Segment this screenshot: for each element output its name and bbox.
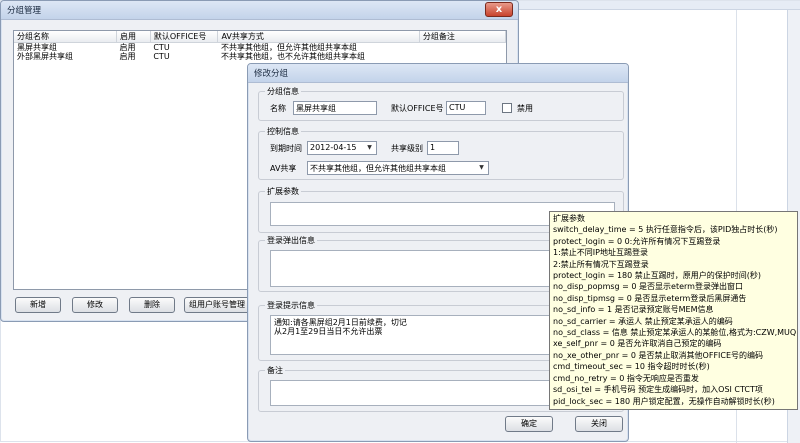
cell-office: CTU: [153, 43, 170, 52]
tooltip-line: 1:禁止不同IP地址互踢登录: [553, 248, 648, 258]
cell-group-name: 外部黑屏共享组: [17, 52, 73, 61]
share-level-label: 共享级别: [391, 144, 423, 153]
expiry-label: 到期时间: [270, 144, 302, 153]
group-manager-titlebar: 分组管理: [1, 1, 518, 20]
av-share-value: 不共享其他组，但允许其他组共享本组: [310, 164, 446, 173]
group-list-header-row: 分组名称 启用 默认OFFICE号 AV共享方式 分组备注: [14, 31, 506, 43]
login-prompt-title: 登录提示信息: [265, 300, 317, 311]
cell-av-share: 不共享其他组，也不允许其他组共享本组: [220, 52, 365, 61]
delete-button[interactable]: 删除: [129, 297, 175, 313]
name-input[interactable]: 黑屏共享组: [293, 101, 377, 115]
column-header-enabled[interactable]: 启用: [116, 31, 151, 43]
remarks-title: 备注: [265, 365, 285, 376]
account-manage-button[interactable]: 组用户账号管理: [184, 297, 250, 313]
tooltip-line: cmd_no_retry = 0 指令无响应是否重发: [553, 373, 699, 383]
close-button[interactable]: 关闭: [575, 416, 623, 432]
edit-button[interactable]: 修改: [72, 297, 118, 313]
tooltip-line: no_disp_popmsg = 0 是否显示eterm登录弹出窗口: [553, 282, 743, 292]
av-share-select[interactable]: 不共享其他组，但允许其他组共享本组 ▼: [307, 161, 489, 175]
cell-enabled: 启用: [119, 52, 136, 61]
edit-group-titlebar: 修改分组: [248, 64, 628, 83]
ext-params-tooltip: 扩展参数 switch_delay_time = 5 执行任意指令后，该PID独…: [549, 211, 798, 410]
add-button[interactable]: 新增: [15, 297, 61, 313]
tooltip-line: pid_lock_sec = 180 用户锁定配置，无操作自动解锁时长(秒): [553, 396, 775, 406]
table-row[interactable]: 黑屏共享组 启用 CTU 不共享其他组，但允许其他组共享本组: [14, 43, 506, 53]
tooltip-line: no_sd_class = 信息 禁止预定某承运人的某舱位,格式为:CZW,MU…: [553, 328, 797, 338]
tooltip-line: protect_login = 180 禁止互踢时，原用户的保护时间(秒): [553, 271, 762, 281]
cell-enabled: 启用: [119, 43, 136, 52]
group-info-section: 分组信息 名称 黑屏共享组 默认OFFICE号 CTU 禁用: [258, 86, 624, 121]
tooltip-line: no_sd_info = 1 是否记录预定账号MEM信息: [553, 305, 714, 315]
column-header-office[interactable]: 默认OFFICE号: [150, 31, 219, 43]
tooltip-line: cmd_timeout_sec = 10 指令超时时长(秒): [553, 362, 710, 372]
column-header-remarks[interactable]: 分组备注: [419, 31, 506, 43]
tooltip-line: sd_osi_tel = 手机号码 预定生成编码时，加入OSI CTCT项: [553, 385, 763, 395]
tooltip-line: 2:禁止所有情况下互踢登录: [553, 259, 649, 269]
cell-group-name: 黑屏共享组: [17, 43, 57, 52]
expiry-date-picker[interactable]: 2012-04-15 ▼: [307, 141, 377, 155]
tooltip-line: 扩展参数: [553, 214, 585, 223]
cell-remarks: [419, 52, 505, 61]
expiry-date-value: 2012-04-15: [310, 143, 357, 152]
tooltip-line: xe_self_pnr = 0 是否允许取消自己预定的编码: [553, 339, 722, 349]
cell-av-share: 不共享其他组，但允许其他组共享本组: [220, 43, 357, 52]
name-label: 名称: [270, 104, 286, 113]
ext-params-title: 扩展参数: [265, 186, 301, 197]
office-label: 默认OFFICE号: [391, 104, 444, 113]
column-header-group-name[interactable]: 分组名称: [14, 31, 117, 43]
dropdown-arrow-icon[interactable]: ▼: [476, 163, 487, 173]
group-manager-title: 分组管理: [7, 6, 42, 16]
tooltip-line: switch_delay_time = 5 执行任意指令后，该PID独占时长(秒…: [553, 225, 778, 235]
dropdown-arrow-icon[interactable]: ▼: [364, 143, 375, 153]
cell-office: CTU: [153, 52, 170, 61]
office-input[interactable]: CTU: [446, 101, 486, 115]
group-manager-close-button[interactable]: x: [485, 2, 513, 17]
control-info-title: 控制信息: [265, 126, 301, 137]
share-level-input[interactable]: 1: [427, 141, 459, 155]
cell-remarks: [419, 43, 505, 53]
login-popup-title: 登录弹出信息: [265, 235, 317, 246]
tooltip-line: no_sd_carrier = 承运人 禁止预定某承运人的编码: [553, 316, 733, 326]
table-row[interactable]: 外部黑屏共享组 启用 CTU 不共享其他组，也不允许其他组共享本组: [14, 52, 506, 61]
ok-button[interactable]: 确定: [505, 416, 553, 432]
column-header-av-share[interactable]: AV共享方式: [217, 31, 420, 43]
av-share-label: AV共享: [270, 164, 297, 173]
group-info-title: 分组信息: [265, 86, 301, 97]
edit-group-title: 修改分组: [254, 69, 289, 79]
tooltip-line: protect_login = 0 0:允许所有情况下互踢登录: [553, 236, 721, 246]
tooltip-line: no_xe_other_pnr = 0 是否禁止取消其他OFFICE号的编码: [553, 350, 764, 360]
disable-label: 禁用: [517, 104, 533, 113]
control-info-section: 控制信息 到期时间 2012-04-15 ▼ 共享级别 1 AV共享 不共享其他…: [258, 126, 624, 180]
tooltip-line: no_disp_tipmsg = 0 是否显示eterm登录后黑屏通告: [553, 293, 747, 303]
disable-checkbox[interactable]: [502, 103, 512, 113]
